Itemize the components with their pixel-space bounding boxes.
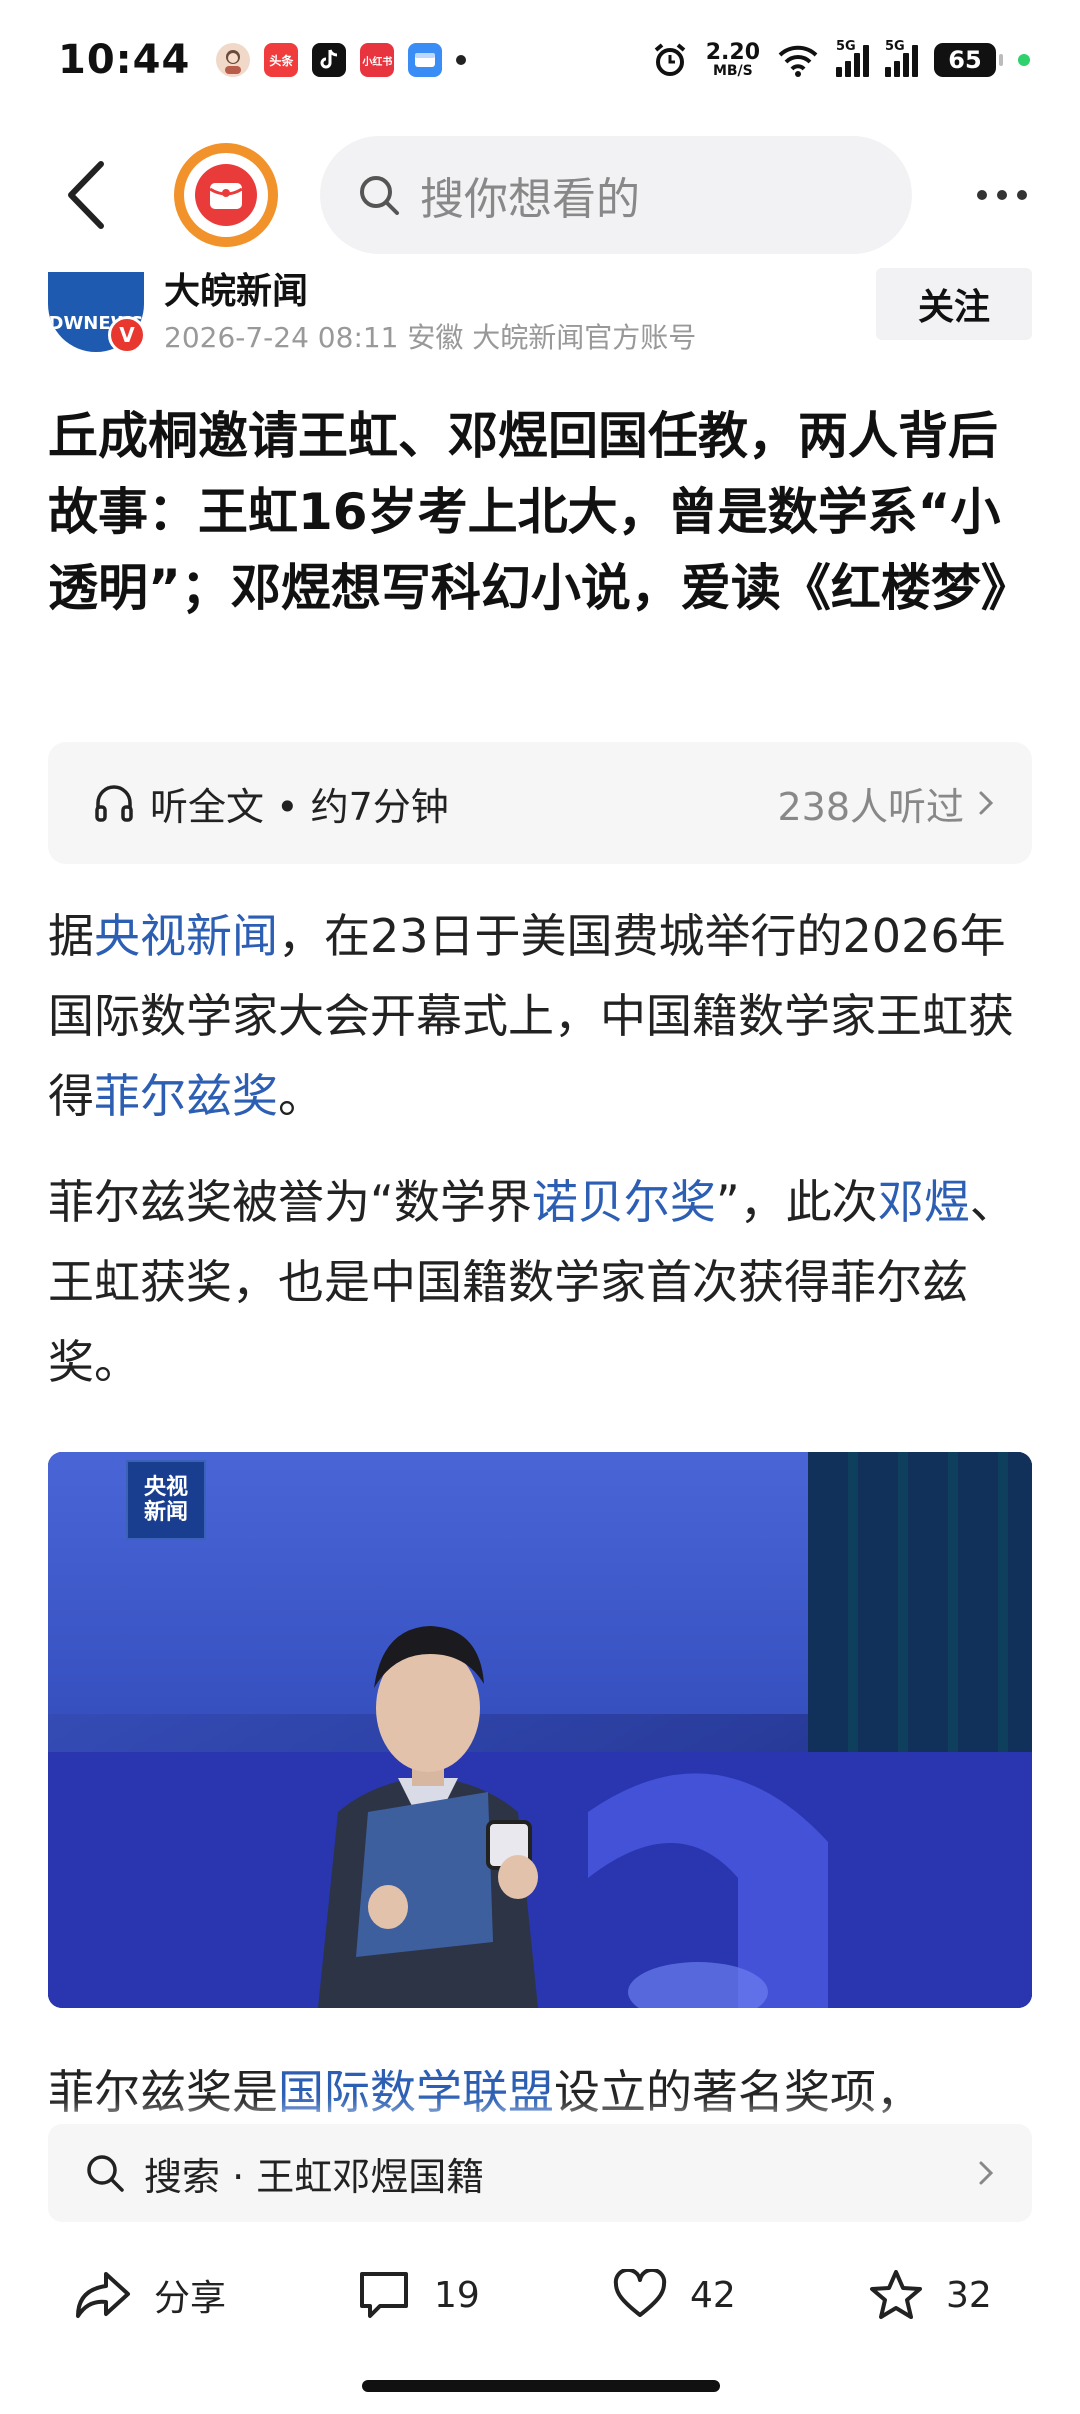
favorite-button[interactable]: 32: [868, 2268, 992, 2322]
listen-count: 238人听过: [777, 784, 964, 829]
article-paragraph: 菲尔兹奖被誉为“数学界诺贝尔奖”，此次邓煜、王虹获奖，也是中国籍数学家首次获得菲…: [48, 1175, 1016, 1389]
listen-label: 听全文 • 约7分钟: [150, 784, 449, 829]
signal-icon: 5G: [885, 39, 918, 77]
network-speed: 2.20 MB/S: [705, 40, 760, 79]
signal-icon: 5G: [836, 39, 869, 77]
author-name[interactable]: 大皖新闻: [164, 262, 308, 314]
cctv-news-logo: 央视 新闻: [126, 1460, 206, 1540]
chevron-right-icon: [979, 2161, 994, 2185]
headphones-icon: [95, 785, 133, 822]
alarm-icon: [654, 43, 685, 76]
share-icon: [76, 2272, 130, 2318]
home-indicator[interactable]: [362, 2380, 720, 2392]
search-icon: [360, 176, 399, 215]
douyin-app-icon: [312, 43, 347, 77]
status-time: 10:44: [58, 37, 191, 83]
wifi-icon: [778, 45, 818, 77]
heart-icon: [613, 2269, 667, 2317]
like-count: 42: [690, 2274, 736, 2316]
follow-button[interactable]: 关注: [876, 268, 1032, 340]
post-meta: 2026-7-24 08:11 安徽 大皖新闻官方账号: [164, 321, 697, 354]
search-placeholder: 搜你想看的: [420, 174, 640, 225]
link-deng-yu[interactable]: 邓煜: [878, 1175, 970, 1229]
status-bar: 10:44 头条 小红书 2.20 MB/S 5G 5G 65: [0, 0, 1080, 120]
search-input[interactable]: 搜你想看的: [320, 136, 912, 254]
status-app-icons: 头条 小红书: [216, 43, 467, 77]
comment-count: 19: [434, 2274, 480, 2316]
charging-indicator: [1018, 54, 1030, 66]
chevron-left-icon: [68, 161, 104, 229]
more-dots-icon: [977, 190, 987, 200]
chevron-right-icon: [979, 791, 994, 815]
comment-button[interactable]: 19: [356, 2268, 480, 2322]
back-button[interactable]: [40, 150, 130, 240]
top-navigation: 搜你想看的: [0, 130, 1080, 260]
article-title: 丘成桐邀请王虹、邓煜回国任教，两人背后故事：王虹16岁考上北大，曾是数学系“小透…: [48, 407, 1031, 617]
star-icon: [870, 2270, 922, 2319]
link-imu[interactable]: 国际数学联盟: [278, 2065, 554, 2119]
search-icon: [87, 2155, 124, 2192]
link-nobel-prize[interactable]: 诺贝尔奖: [532, 1175, 716, 1229]
red-envelope-icon: [195, 164, 257, 226]
favorite-count: 32: [946, 2274, 992, 2316]
more-notifications-dot: [456, 55, 467, 65]
link-fields-medal[interactable]: 菲尔兹奖: [94, 1069, 278, 1123]
avatar-app-icon: [216, 43, 251, 77]
listen-full-text-button[interactable]: 听全文 • 约7分钟 238人听过: [48, 742, 1032, 864]
message-app-icon: [408, 43, 443, 77]
article-paragraph: 据央视新闻，在23日于美国费城举行的2026年国际数学家大会开幕式上，中国籍数学…: [48, 909, 1014, 1123]
like-button[interactable]: 42: [612, 2269, 736, 2321]
article-paragraph: 菲尔兹奖是国际数学联盟设立的著名奖项，: [48, 2065, 922, 2119]
battery-icon: 65: [934, 43, 1003, 77]
link-cctv-news[interactable]: 央视新闻: [94, 909, 278, 963]
bottom-action-bar: 分享 19 42 32: [0, 2240, 1080, 2350]
verified-badge-icon: V: [108, 316, 146, 354]
comment-icon: [360, 2272, 408, 2318]
author-row: DWNEWS V 大皖新闻 2026-7-24 08:11 安徽 大皖新闻官方账…: [48, 268, 1032, 354]
article-photo[interactable]: 央视 新闻: [48, 1452, 1032, 2008]
xiaohongshu-app-icon: 小红书: [360, 43, 395, 77]
share-label: 分享: [154, 2278, 227, 2319]
more-options-button[interactable]: [962, 155, 1042, 235]
toutiao-app-icon: 头条: [264, 43, 299, 77]
related-search-text: 搜索 · 王虹邓煜国籍: [144, 2154, 485, 2199]
red-envelope-button[interactable]: [174, 143, 278, 247]
share-button[interactable]: 分享: [74, 2268, 226, 2322]
related-search-button[interactable]: 搜索 · 王虹邓煜国籍: [48, 2124, 1032, 2222]
